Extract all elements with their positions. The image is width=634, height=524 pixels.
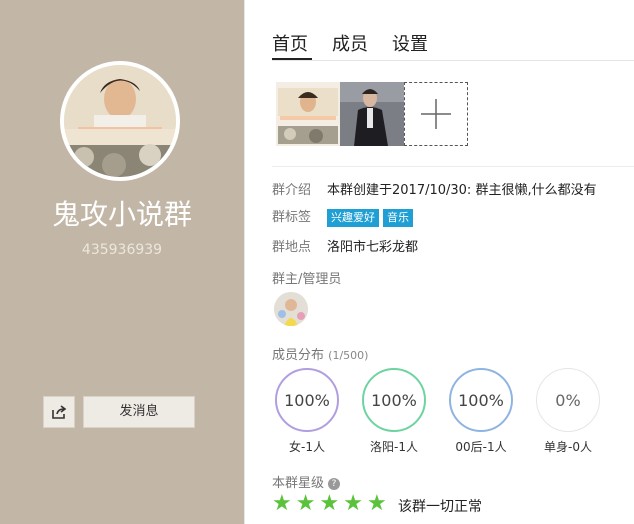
stat-circle: 100% [275, 368, 339, 432]
profile-sidebar: 鬼攻小说群 435936939 发消息 [0, 0, 244, 524]
tab-divider [272, 60, 634, 61]
tab-settings[interactable]: 设置 [392, 30, 428, 56]
photo-divider [272, 166, 634, 167]
location-label: 群地点 [272, 240, 312, 255]
stat-circle: 0% [536, 368, 600, 432]
stat-label: 00后-1人 [455, 440, 507, 454]
stat-label: 洛阳-1人 [370, 440, 418, 454]
send-message-button[interactable]: 发消息 [83, 396, 195, 428]
group-profile-window: 鬼攻小说群 435936939 发消息 首页 成员 设置 群介绍 本群创建于20… [0, 0, 634, 524]
share-button[interactable] [43, 396, 75, 428]
stat-age[interactable]: 100% 00后-1人 [446, 368, 516, 455]
share-icon [52, 405, 67, 419]
stat-single[interactable]: 0% 单身-0人 [533, 368, 603, 455]
stat-circle: 100% [449, 368, 513, 432]
group-avatar[interactable] [60, 61, 180, 181]
help-icon[interactable]: ? [328, 477, 341, 490]
intro-text: 本群创建于2017/10/30: 群主很懒,什么都没有 [327, 183, 597, 198]
tag-music[interactable]: 音乐 [383, 209, 413, 227]
rating-title: 本群星级? [272, 472, 341, 491]
member-count: (1/500) [328, 349, 369, 362]
stat-city[interactable]: 100% 洛阳-1人 [359, 368, 429, 455]
rating-status: 该群一切正常 [398, 499, 482, 515]
location-row: 群地点 洛阳市七彩龙都 [272, 236, 418, 255]
stat-gender[interactable]: 100% 女-1人 [272, 368, 342, 455]
group-id: 435936939 [81, 242, 163, 258]
stat-circle: 100% [362, 368, 426, 432]
stat-label: 女-1人 [289, 440, 325, 454]
group-photo-1[interactable] [276, 82, 340, 146]
rating-label: 本群星级 [272, 476, 325, 491]
location-value: 洛阳市七彩龙都 [327, 240, 419, 255]
tag-hobby[interactable]: 兴趣爱好 [327, 209, 379, 227]
admins-label: 群主/管理员 [272, 272, 342, 287]
star-rating: ★ ★ ★ ★ ★ [272, 491, 387, 516]
tab-home[interactable]: 首页 [272, 30, 308, 56]
group-photo-2[interactable] [340, 82, 404, 146]
tab-members[interactable]: 成员 [332, 30, 368, 56]
profile-main: 首页 成员 设置 群介绍 本群创建于2017/10/30: 群主很懒,什么都没有… [244, 0, 634, 524]
add-photo-button[interactable] [404, 82, 468, 146]
group-name: 鬼攻小说群 [51, 198, 192, 231]
tags-label: 群标签 [272, 210, 312, 225]
tags-row: 群标签 兴趣爱好 音乐 [272, 206, 417, 227]
admin-avatar[interactable] [274, 292, 308, 326]
star-icon: ★ [295, 491, 316, 516]
star-icon: ★ [319, 491, 340, 516]
star-icon: ★ [272, 491, 292, 516]
star-icon: ★ [366, 491, 387, 516]
distribution-title: 成员分布 (1/500) [272, 344, 368, 363]
intro-label: 群介绍 [272, 183, 312, 198]
intro-row: 群介绍 本群创建于2017/10/30: 群主很懒,什么都没有 [272, 179, 597, 198]
distribution-label: 成员分布 [272, 348, 325, 363]
star-icon: ★ [343, 491, 363, 516]
plus-icon [421, 99, 451, 129]
stat-label: 单身-0人 [544, 440, 592, 454]
group-avatar-image [64, 65, 176, 177]
